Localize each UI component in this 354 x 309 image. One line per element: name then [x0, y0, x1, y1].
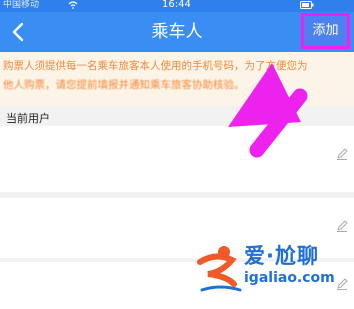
edit-pencil-icon[interactable]	[336, 278, 348, 290]
edit-pencil-icon[interactable]	[336, 148, 348, 160]
status-time: 16:44	[162, 0, 191, 10]
watermark-logo-icon	[197, 246, 242, 292]
battery-icon	[300, 1, 314, 9]
status-bar: 中国移动 16:44	[0, 0, 354, 12]
nav-bar: 乘车人 添加	[0, 12, 354, 52]
passenger-card[interactable]	[0, 126, 354, 192]
edit-pencil-icon[interactable]	[336, 220, 348, 232]
section-current-user: 当前用户	[6, 112, 50, 125]
notice-line-2: 他人购票，请您提前填报并通知乘车旅客协助核验。	[3, 79, 245, 91]
watermark-name: 爱·尬聊	[244, 244, 319, 268]
wifi-icon	[68, 1, 78, 9]
watermark-url: igaliao.com	[244, 270, 335, 286]
notice-line-1: 购票人须提供每一名乘车旅客本人使用的手机号码，为了方便您为	[3, 60, 308, 72]
notice-banner: 购票人须提供每一名乘车旅客本人使用的手机号码，为了方便您为 他人购票，请您提前填…	[0, 52, 354, 106]
carrier-label: 中国移动	[3, 0, 40, 10]
add-passenger-button[interactable]: 添加	[301, 13, 350, 49]
